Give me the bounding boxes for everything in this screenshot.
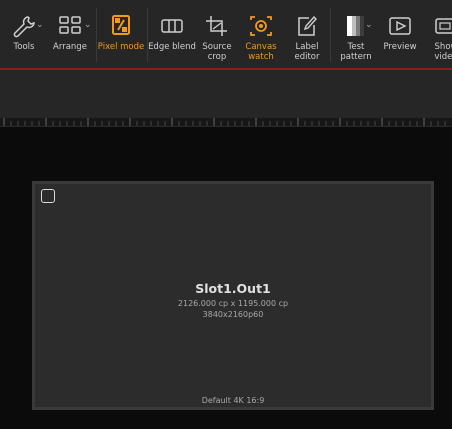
toolbar-separator	[330, 8, 331, 62]
chevron-down-icon[interactable]: ⌄	[365, 20, 373, 30]
output-preset: Default 4K 16:9	[201, 396, 265, 405]
preview-icon	[389, 17, 411, 35]
output-format: 3840x2160p60	[202, 310, 264, 319]
output-card[interactable]: Slot1.Out1 2126.000 cp x 1195.000 cp 384…	[32, 181, 434, 410]
arrange-button[interactable]: ⌄ Arrange	[46, 0, 94, 68]
edge-blend-icon	[161, 19, 183, 33]
toolbar: ⌄ Tools ⌄ Arrange Pixel mode Edge blend	[0, 0, 452, 68]
source-crop-button[interactable]: Source crop	[193, 0, 241, 68]
chevron-down-icon[interactable]: ⌄	[84, 20, 92, 30]
arrange-grid-icon	[59, 16, 81, 34]
show-video-button[interactable]: Show video	[422, 0, 452, 68]
secondary-bar	[0, 70, 452, 118]
edge-blend-button[interactable]: Edge blend	[148, 0, 196, 68]
canvas-watch-button[interactable]: Canvas watch	[237, 0, 285, 68]
preview-button[interactable]: Preview	[376, 0, 424, 68]
test-pattern-button[interactable]: ⌄ Test pattern	[332, 0, 380, 68]
canvas-watch-icon	[250, 16, 272, 36]
tools-button[interactable]: ⌄ Tools	[0, 0, 48, 68]
chevron-down-icon[interactable]: ⌄	[36, 20, 44, 30]
show-video-icon	[435, 18, 452, 34]
output-size: 2126.000 cp x 1195.000 cp	[177, 299, 289, 308]
pixel-mode-button[interactable]: Pixel mode	[97, 0, 145, 68]
ruler[interactable]	[0, 118, 452, 127]
pixel-mode-icon	[112, 15, 130, 35]
label-editor-icon	[298, 15, 317, 36]
wrench-icon	[13, 16, 35, 38]
output-checkbox[interactable]	[41, 189, 55, 203]
label-editor-button[interactable]: Label editor	[283, 0, 331, 68]
output-title: Slot1.Out1	[195, 281, 271, 296]
crop-icon	[206, 16, 227, 36]
